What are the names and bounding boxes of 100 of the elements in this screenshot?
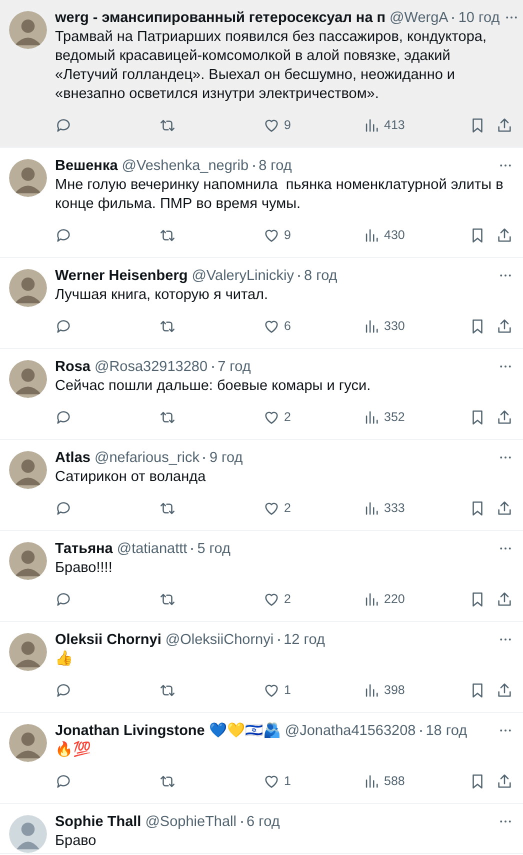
like-icon[interactable] [263,772,280,790]
separator-dot [240,820,243,822]
separator-dot [278,638,280,640]
separator-dot [203,456,206,458]
views-icon[interactable] [363,226,380,244]
user-name[interactable]: Rosa [55,358,90,374]
view-count: 430 [384,228,405,242]
separator-dot [420,730,422,732]
like-icon[interactable] [263,408,280,426]
separator-dot [212,366,214,368]
reply-icon[interactable] [55,318,72,334]
separator-dot [452,16,454,18]
views-icon[interactable] [363,500,380,516]
share-icon[interactable] [496,772,513,790]
user-name[interactable]: werg - эмансипированный гетеросексуал на п [55,10,386,26]
reply-text: Лучшая книга, которую я читал. [55,286,270,305]
like-count: 6 [284,319,291,333]
post-time: 9 год [209,450,243,466]
user-handle[interactable]: @tatianattt [116,540,188,556]
like-count: 9 [284,118,291,132]
user-name[interactable]: Татьяна [55,540,113,556]
like-count: 2 [284,592,291,606]
like-icon[interactable] [263,682,280,698]
reply-icon[interactable] [55,116,72,134]
share-icon[interactable] [496,318,513,334]
reply-icon[interactable] [55,590,72,608]
views-icon[interactable] [363,318,380,334]
reply-text: Мне голую вечеринку напомнила пьянка номенклатурной элиты в конце фильма. ПМР во время чумы. [55,176,504,214]
share-icon[interactable] [496,500,513,516]
reply-text: 🔥💯 [55,741,92,760]
reply-text: Сейчас пошли дальше: боевые комары и гуси. [55,377,372,396]
user-handle[interactable]: @OleksiiChornyi [165,632,274,648]
separator-dot [298,274,300,276]
avatar[interactable] [9,269,47,307]
reply-text: Браво [55,832,98,851]
post-time: 6 год [246,814,280,830]
share-icon[interactable] [496,590,513,608]
like-icon[interactable] [263,226,280,244]
like-count: 2 [284,410,291,424]
user-handle[interactable]: @Veshenka_negrib [122,158,249,174]
user-name[interactable]: Oleksii Chornyi [55,632,162,648]
reply-icon[interactable] [55,226,72,244]
user-handle[interactable]: @SophieThall [145,814,237,830]
reply-text: Трамвай на Патриарших появился без пассажиров, кондуктора, ведомый красавицей-комсомолкой в алой повязке, эдакий «Летучий голландец». Выехал он бесшумно, неожиданно и «внезапно осветился изнутри электричеством». [55,28,488,104]
user-handle[interactable]: @WergA [390,10,448,26]
like-count: 1 [284,774,291,788]
like-count: 9 [284,228,291,242]
avatar[interactable] [9,633,47,671]
avatar[interactable] [9,360,47,398]
views-icon[interactable] [363,682,380,698]
views-icon[interactable] [363,590,380,608]
share-icon[interactable] [496,116,513,134]
view-count: 398 [384,683,405,697]
user-handle[interactable]: @Rosa32913280 [94,358,208,374]
view-count: 333 [384,501,405,515]
post-time: 5 год [197,540,230,556]
post-time: 18 год [426,722,468,738]
like-icon[interactable] [263,500,280,516]
post-time: 12 год [284,632,325,648]
view-count: 413 [384,118,405,132]
view-count: 588 [384,774,405,788]
like-icon[interactable] [263,318,280,334]
post-time: 10 год [458,10,500,26]
share-icon[interactable] [496,408,513,426]
post-time: 8 год [258,158,292,174]
reply-icon[interactable] [55,682,72,698]
like-count: 1 [284,683,291,697]
avatar[interactable] [9,451,47,489]
reply-text: Браво!!!! [55,559,114,578]
reply-icon[interactable] [55,500,72,516]
separator-dot [252,164,255,166]
like-icon[interactable] [263,590,280,608]
user-name[interactable]: Werner Heisenberg [55,268,188,284]
view-count: 330 [384,319,405,333]
avatar[interactable] [9,11,47,49]
share-icon[interactable] [496,226,513,244]
reply-text: Сатирикон от воланда [55,468,207,487]
view-count: 220 [384,592,405,606]
avatar[interactable] [9,542,47,580]
reply-icon[interactable] [55,772,72,790]
user-handle[interactable]: @Jonatha41563208 [284,722,416,738]
avatar[interactable] [9,724,47,762]
like-icon[interactable] [263,116,280,134]
like-count: 2 [284,501,291,515]
views-icon[interactable] [363,408,380,426]
user-name[interactable]: Вешенка [55,158,118,174]
avatar[interactable] [9,815,47,853]
share-icon[interactable] [496,682,513,698]
avatar[interactable] [9,159,47,197]
user-name[interactable]: Jonathan Livingstone 💙💛🇮🇱🫂 [55,722,281,739]
view-count: 352 [384,410,405,424]
user-name[interactable]: Sophie Thall [55,814,142,830]
views-icon[interactable] [363,772,380,790]
user-name[interactable]: Atlas [55,450,90,466]
reply-text: 👍 [55,650,74,669]
views-icon[interactable] [363,116,380,134]
user-handle[interactable]: @ValeryLinickiy [192,268,294,284]
reply-icon[interactable] [55,408,72,426]
user-handle[interactable]: @nefarious_rick [94,450,200,466]
post-time: 8 год [304,268,338,284]
